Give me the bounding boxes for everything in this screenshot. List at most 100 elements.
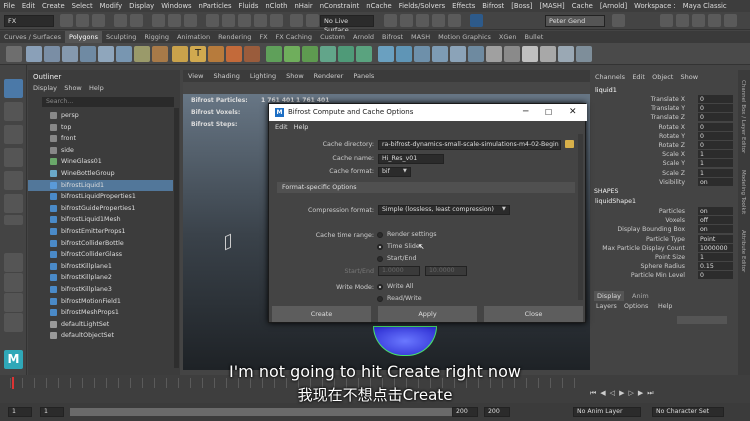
paint-select-icon[interactable] <box>4 125 23 144</box>
menu-item-16[interactable]: [Boss] <box>508 2 536 10</box>
layers-menu[interactable]: Layers <box>596 303 617 310</box>
mirror-icon[interactable] <box>356 46 372 62</box>
shelf-settings-icon[interactable] <box>6 46 22 62</box>
outliner-item[interactable]: front <box>28 133 173 144</box>
outliner-menu-show[interactable]: Show <box>64 84 82 92</box>
select-object-icon[interactable] <box>168 14 181 27</box>
fill-hole-icon[interactable] <box>486 46 502 62</box>
cache-name-field[interactable]: Hi_Res_v01 <box>378 154 444 164</box>
channel-menu-edit[interactable]: Edit <box>632 73 645 81</box>
menu-item-19[interactable]: [Arnold] <box>596 2 630 10</box>
channel-row[interactable]: Rotate X 0 <box>590 122 733 132</box>
menu-item-21[interactable]: Maya Classic <box>679 2 730 10</box>
maximize-icon[interactable]: ☐ <box>545 104 552 121</box>
planar-map-icon[interactable] <box>522 46 538 62</box>
outliner-item[interactable]: bifrostKillplane1 <box>28 261 173 272</box>
viewport-menu-0[interactable]: View <box>183 72 208 80</box>
shelf-tab-12[interactable]: Motion Graphics <box>434 33 495 41</box>
range-slider[interactable] <box>70 408 455 416</box>
dialog-menu-edit[interactable]: Edit <box>269 123 288 131</box>
menu-item-2[interactable]: Create <box>39 2 69 10</box>
side-tab-modeling-toolkit[interactable]: Modeling Toolkit <box>740 170 746 214</box>
viewport-menu-4[interactable]: Renderer <box>309 72 349 80</box>
shelf-tab-3[interactable]: Rigging <box>140 33 173 41</box>
target-weld-icon[interactable] <box>396 46 412 62</box>
menu-item-18[interactable]: Cache <box>568 2 596 10</box>
cone-icon[interactable] <box>80 46 96 62</box>
quad-draw-icon[interactable] <box>414 46 430 62</box>
append-icon[interactable] <box>468 46 484 62</box>
outliner-item[interactable]: persp <box>28 110 173 121</box>
automatic-map-icon[interactable] <box>540 46 556 62</box>
help-menu[interactable]: Help <box>658 303 672 310</box>
outliner-item[interactable]: side <box>28 145 173 156</box>
insert-edge-loop-icon[interactable] <box>432 46 448 62</box>
cube-icon[interactable] <box>44 46 60 62</box>
shape-attr-row[interactable]: Point Size 1 <box>590 253 733 262</box>
channel-row[interactable]: Scale X 1 <box>590 150 733 159</box>
multi-cut-icon[interactable] <box>378 46 394 62</box>
sign-in-icon[interactable] <box>612 14 625 27</box>
outliner-item[interactable]: WineBottleGroup <box>28 168 173 179</box>
outliner-item[interactable]: bifrostLiquid1 <box>28 179 173 191</box>
close-button[interactable]: Close <box>484 306 583 322</box>
shelf-tab-8[interactable]: Custom <box>316 33 349 41</box>
snap-view-icon[interactable] <box>254 14 267 27</box>
snap-grid-icon[interactable] <box>206 14 219 27</box>
compression-dropdown[interactable]: Simple (lossless, least compression) <box>378 205 510 215</box>
radio-read-write[interactable] <box>377 296 383 302</box>
reduce-icon[interactable] <box>338 46 354 62</box>
channel-box-icon[interactable] <box>724 14 737 27</box>
channel-row[interactable]: Translate Z 0 <box>590 113 733 122</box>
smooth-icon[interactable] <box>320 46 336 62</box>
radio-start-end[interactable] <box>377 256 383 262</box>
channel-attr-value[interactable]: 0 <box>698 131 733 140</box>
svg-icon[interactable] <box>172 46 188 62</box>
channel-attr-value[interactable]: 0 <box>698 141 733 149</box>
minimize-icon[interactable]: ─ <box>523 104 528 121</box>
channel-row[interactable]: Visibility on <box>590 177 733 187</box>
end-frame-input[interactable]: 200 <box>484 407 510 417</box>
outliner-item[interactable]: defaultObjectSet <box>28 330 173 341</box>
outliner-item[interactable]: bifrostLiquidProperties1 <box>28 191 173 202</box>
toggle-panel-icon[interactable] <box>660 14 673 27</box>
shelf-tab-4[interactable]: Animation <box>173 33 214 41</box>
shape-attr-row[interactable]: Particle Type Point <box>590 234 733 244</box>
channel-attr-value[interactable]: 1 <box>698 159 733 168</box>
shelf-tab-1[interactable]: Polygons <box>65 31 102 43</box>
channel-row[interactable]: Rotate Z 0 <box>590 141 733 150</box>
history-icon[interactable] <box>290 14 303 27</box>
type-tool-icon[interactable]: T <box>190 46 206 62</box>
separate-icon[interactable] <box>226 46 242 62</box>
tab-anim[interactable]: Anim <box>632 292 649 300</box>
layout-icon[interactable] <box>676 14 689 27</box>
magnet-icon[interactable] <box>306 14 319 27</box>
four-pane-icon[interactable] <box>4 273 23 292</box>
shelf-tab-13[interactable]: XGen <box>495 33 521 41</box>
render-settings-icon[interactable] <box>416 14 429 27</box>
offset-edge-icon[interactable] <box>450 46 466 62</box>
side-tab-channel-box[interactable]: Channel Box / Layer Editor <box>740 80 746 153</box>
outliner-item[interactable]: WineGlass01 <box>28 156 173 167</box>
scale-tool-icon[interactable] <box>4 194 23 213</box>
shelf-tab-5[interactable]: Rendering <box>214 33 255 41</box>
shelf-tab-7[interactable]: FX Caching <box>272 33 317 41</box>
menu-item-7[interactable]: nParticles <box>195 2 235 10</box>
extrude-icon[interactable] <box>284 46 300 62</box>
shelf-tab-0[interactable]: Curves / Surfaces <box>0 33 65 41</box>
start-frame-field[interactable]: 1.0000 <box>378 266 420 276</box>
menu-item-4[interactable]: Modify <box>96 2 126 10</box>
shelf-tab-6[interactable]: FX <box>255 33 271 41</box>
torus-icon[interactable] <box>98 46 114 62</box>
outliner-item[interactable]: defaultLightSet <box>28 319 173 330</box>
disc-icon[interactable] <box>134 46 150 62</box>
radio-time-slider[interactable] <box>377 244 383 250</box>
channel-attr-value[interactable]: 1 <box>698 168 733 177</box>
extract-icon[interactable] <box>244 46 260 62</box>
live-surface-field[interactable]: No Live Surface <box>320 15 374 34</box>
ipr-render-icon[interactable] <box>400 14 413 27</box>
shelf-tab-2[interactable]: Sculpting <box>102 33 140 41</box>
viewport-menu-2[interactable]: Lighting <box>245 72 281 80</box>
options-menu[interactable]: Options <box>624 303 648 310</box>
shape-attr-value[interactable]: on <box>698 207 733 215</box>
